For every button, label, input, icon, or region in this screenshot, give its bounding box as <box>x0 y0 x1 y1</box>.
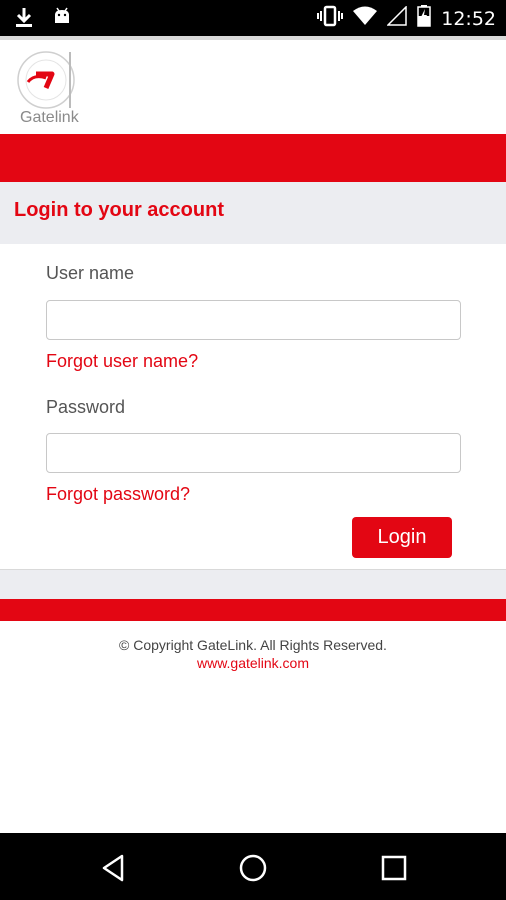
status-bar: 12:52 <box>0 0 506 36</box>
app-header: Gatelink <box>0 36 506 134</box>
navigation-bar <box>0 833 506 900</box>
page-title: Login to your account <box>14 199 224 221</box>
gatelink-logo: Gatelink <box>12 48 102 128</box>
forgot-password-link[interactable]: Forgot password? <box>46 484 190 505</box>
password-label: Password <box>46 397 126 417</box>
website-link[interactable]: www.gatelink.com <box>0 655 506 671</box>
wifi-icon <box>353 6 378 31</box>
username-input[interactable] <box>46 300 461 340</box>
battery-charging-icon <box>417 5 431 32</box>
signal-icon <box>386 5 407 31</box>
red-banner-top <box>0 134 506 182</box>
login-button[interactable]: Login <box>352 517 452 558</box>
divider-band <box>0 569 506 599</box>
android-icon <box>52 7 72 32</box>
copyright-text: © Copyright GateLink. All Rights Reserve… <box>119 637 387 653</box>
forgot-username-link[interactable]: Forgot user name? <box>46 351 198 372</box>
recents-icon[interactable] <box>377 851 411 885</box>
download-icon <box>14 6 34 33</box>
clock: 12:52 <box>441 7 496 30</box>
username-label: User name <box>46 263 135 283</box>
footer: © Copyright GateLink. All Rights Reserve… <box>0 621 506 833</box>
login-header: Login to your account <box>0 182 506 244</box>
login-form: User name Forgot user name? Password For… <box>0 244 506 570</box>
back-icon[interactable] <box>96 851 130 885</box>
logo-text: Gatelink <box>20 109 80 126</box>
red-banner-bottom <box>0 599 506 621</box>
home-icon[interactable] <box>236 851 270 885</box>
password-input[interactable] <box>46 433 461 473</box>
vibrate-icon <box>317 5 344 32</box>
